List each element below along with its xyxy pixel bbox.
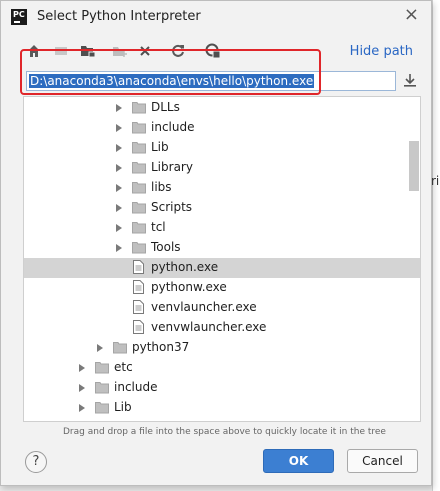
home-icon[interactable] bbox=[25, 41, 43, 61]
ok-button[interactable]: OK bbox=[263, 449, 334, 473]
tree-file-row[interactable]: pythonw.exe bbox=[24, 278, 420, 298]
expand-arrow-icon[interactable] bbox=[116, 204, 122, 212]
path-input-value: D:\anaconda3\anaconda\envs\hello\python.… bbox=[29, 74, 315, 88]
tree-folder-row[interactable]: python37 bbox=[24, 338, 420, 358]
expand-arrow-icon[interactable] bbox=[79, 364, 85, 372]
file-chooser-toolbar: Hide path bbox=[23, 41, 423, 63]
expand-arrow-icon[interactable] bbox=[79, 384, 85, 392]
tree-row-label: libs bbox=[151, 180, 172, 194]
file-icon bbox=[133, 260, 144, 274]
folder-icon bbox=[95, 361, 109, 374]
tree-row-label: python.exe bbox=[151, 260, 219, 274]
path-row: D:\anaconda3\anaconda\envs\hello\python.… bbox=[23, 69, 423, 93]
new-folder-icon[interactable] bbox=[111, 41, 129, 61]
tree-row-label: python37 bbox=[132, 340, 190, 354]
tree-row-label: pythonw.exe bbox=[151, 280, 227, 294]
tree-row-label: include bbox=[114, 380, 158, 394]
delete-icon[interactable] bbox=[136, 41, 154, 61]
tree-folder-row[interactable]: libs bbox=[24, 178, 420, 198]
select-interpreter-dialog: PC Select Python Interpreter × Hide path… bbox=[0, 0, 432, 486]
tree-row-label: venvlauncher.exe bbox=[151, 300, 257, 314]
cancel-button[interactable]: Cancel bbox=[347, 449, 418, 473]
tree-row-label: Lib bbox=[114, 400, 132, 414]
tree-folder-row[interactable]: Lib bbox=[24, 398, 420, 418]
expand-arrow-icon[interactable] bbox=[116, 124, 122, 132]
close-icon[interactable]: × bbox=[404, 4, 419, 25]
file-icon bbox=[133, 300, 144, 314]
tree-row-label: etc bbox=[114, 360, 133, 374]
folder-icon bbox=[132, 161, 146, 174]
folder-icon bbox=[132, 241, 146, 254]
pycharm-app-icon: PC bbox=[11, 9, 27, 25]
folder-icon bbox=[113, 341, 127, 354]
folder-icon bbox=[132, 101, 146, 114]
folder-icon bbox=[132, 201, 146, 214]
folder-icon bbox=[95, 401, 109, 414]
tree-row-label: Library bbox=[151, 160, 193, 174]
show-hidden-icon[interactable] bbox=[204, 41, 222, 61]
tree-folder-row[interactable]: include bbox=[24, 118, 420, 138]
path-input[interactable]: D:\anaconda3\anaconda\envs\hello\python.… bbox=[26, 71, 396, 91]
tree-row-label: DLLs bbox=[151, 100, 180, 114]
expand-arrow-icon[interactable] bbox=[116, 244, 122, 252]
tree-folder-row[interactable]: tcl bbox=[24, 218, 420, 238]
expand-arrow-icon[interactable] bbox=[79, 404, 85, 412]
project-folder-icon[interactable] bbox=[79, 41, 97, 61]
folder-icon bbox=[95, 381, 109, 394]
file-icon bbox=[133, 320, 144, 334]
tree-folder-row[interactable]: Lib bbox=[24, 138, 420, 158]
hide-path-link[interactable]: Hide path bbox=[350, 44, 413, 59]
tree-row-label: Lib bbox=[151, 140, 169, 154]
tree-file-row[interactable]: venvwlauncher.exe bbox=[24, 318, 420, 338]
tree-folder-row[interactable]: DLLs bbox=[24, 98, 420, 118]
expand-arrow-icon[interactable] bbox=[116, 184, 122, 192]
expand-arrow-icon[interactable] bbox=[116, 224, 122, 232]
expand-arrow-icon[interactable] bbox=[97, 344, 103, 352]
tree-folder-row[interactable]: Tools bbox=[24, 238, 420, 258]
file-tree[interactable]: DLLs include Lib Library libs Scripts tcl Tools… bbox=[23, 96, 421, 422]
tree-row-label: tcl bbox=[151, 220, 166, 234]
drag-drop-hint: Drag and drop a file into the space abov… bbox=[63, 427, 386, 437]
expand-arrow-icon[interactable] bbox=[116, 164, 122, 172]
expand-arrow-icon[interactable] bbox=[116, 104, 122, 112]
tree-row-label: Tools bbox=[151, 240, 181, 254]
tree-row-label: include bbox=[151, 120, 195, 134]
dialog-title: Select Python Interpreter bbox=[37, 9, 201, 24]
background-partial-text: ri bbox=[431, 174, 440, 188]
desktop-icon[interactable] bbox=[52, 41, 70, 61]
tree-folder-row[interactable]: etc bbox=[24, 358, 420, 378]
tree-folder-row[interactable]: include bbox=[24, 378, 420, 398]
help-button[interactable]: ? bbox=[25, 451, 47, 473]
tree-file-row[interactable]: python.exe bbox=[24, 258, 420, 278]
folder-icon bbox=[132, 221, 146, 234]
folder-icon bbox=[132, 121, 146, 134]
folder-icon bbox=[132, 181, 146, 194]
title-bar: PC Select Python Interpreter × bbox=[1, 1, 431, 33]
tree-row-label: Scripts bbox=[151, 200, 193, 214]
tree-file-row[interactable]: venvlauncher.exe bbox=[24, 298, 420, 318]
background-window-strip bbox=[432, 0, 440, 491]
tree-folder-row[interactable]: Library bbox=[24, 158, 420, 178]
download-icon[interactable] bbox=[403, 72, 419, 90]
tree-row-label: venvwlauncher.exe bbox=[151, 320, 267, 334]
file-icon bbox=[133, 280, 144, 294]
folder-icon bbox=[132, 141, 146, 154]
refresh-icon[interactable] bbox=[169, 41, 187, 61]
expand-arrow-icon[interactable] bbox=[116, 144, 122, 152]
tree-folder-row[interactable]: Scripts bbox=[24, 198, 420, 218]
